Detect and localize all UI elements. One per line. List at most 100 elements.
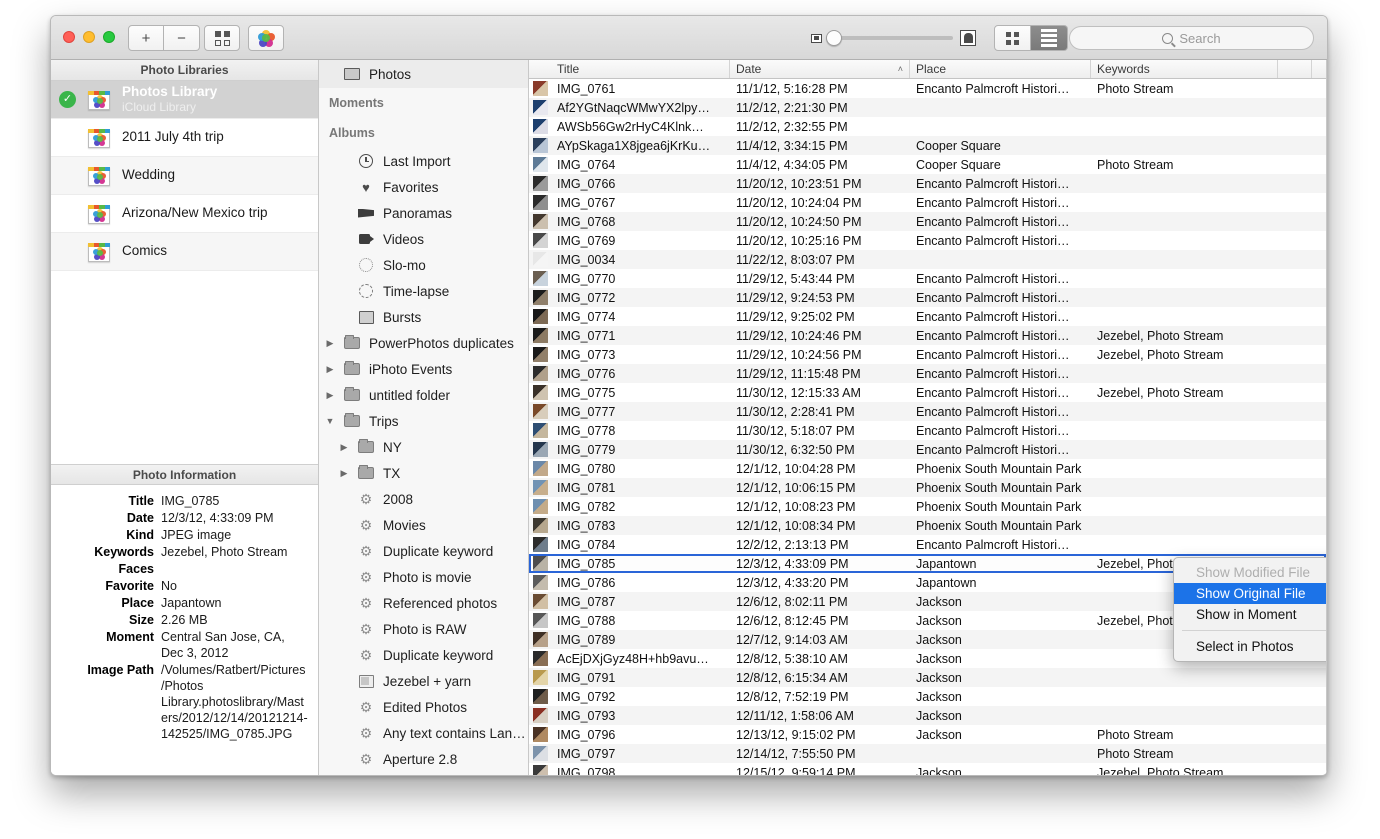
- table-row[interactable]: Af2YGtNaqcWMwYX2lpy…11/2/12, 2:21:30 PM: [529, 98, 1326, 117]
- column-header-title[interactable]: Title: [551, 60, 730, 78]
- table-row[interactable]: IMG_003411/22/12, 8:03:07 PM: [529, 250, 1326, 269]
- photo-thumbnail: [529, 233, 551, 248]
- grid-view-button[interactable]: [204, 25, 240, 51]
- disclosure-open-icon[interactable]: ▼: [325, 416, 335, 426]
- sidebar-item-duplicate-keyword[interactable]: ⚙Duplicate keyword: [319, 642, 528, 668]
- table-row[interactable]: AYpSkaga1X8jgea6jKrKu…11/4/12, 3:34:15 P…: [529, 136, 1326, 155]
- table-row[interactable]: IMG_077211/29/12, 9:24:53 PMEncanto Palm…: [529, 288, 1326, 307]
- cell-title: IMG_0796: [551, 728, 730, 742]
- table-row[interactable]: IMG_077611/29/12, 11:15:48 PMEncanto Pal…: [529, 364, 1326, 383]
- table-row[interactable]: IMG_076111/1/12, 5:16:28 PMEncanto Palmc…: [529, 79, 1326, 98]
- vertical-scrollbar[interactable]: [1312, 60, 1326, 775]
- sidebar-item-last-import[interactable]: Last Import: [319, 148, 528, 174]
- minimize-window-button[interactable]: [83, 31, 95, 43]
- remove-library-button[interactable]: −: [164, 25, 200, 51]
- sidebar-item-time-lapse[interactable]: Time-lapse: [319, 278, 528, 304]
- cell-title: IMG_0776: [551, 367, 730, 381]
- albums-sidebar[interactable]: PhotosMomentsAlbumsLast Import♥Favorites…: [319, 60, 529, 775]
- icon-view-button[interactable]: [994, 25, 1031, 51]
- sidebar-item-photo-is-movie[interactable]: ⚙Photo is movie: [319, 564, 528, 590]
- table-row[interactable]: IMG_079712/14/12, 7:55:50 PMPhoto Stream: [529, 744, 1326, 763]
- thumbnail-size-slider[interactable]: [811, 30, 976, 46]
- sidebar-item-referenced-photos[interactable]: ⚙Referenced photos: [319, 590, 528, 616]
- search-field[interactable]: Search: [1069, 26, 1314, 50]
- library-row[interactable]: Comics: [51, 233, 318, 271]
- zoom-window-button[interactable]: [103, 31, 115, 43]
- sidebar-item-movies[interactable]: ⚙Movies: [319, 512, 528, 538]
- disclosure-closed-icon[interactable]: ▶: [339, 442, 349, 453]
- table-row[interactable]: IMG_077011/29/12, 5:43:44 PMEncanto Palm…: [529, 269, 1326, 288]
- context-menu-item-show-in-moment[interactable]: Show in Moment: [1174, 604, 1327, 625]
- table-row[interactable]: IMG_077411/29/12, 9:25:02 PMEncanto Palm…: [529, 307, 1326, 326]
- sidebar-item-ny[interactable]: ▶NY: [319, 434, 528, 460]
- table-row[interactable]: IMG_077511/30/12, 12:15:33 AMEncanto Pal…: [529, 383, 1326, 402]
- table-row[interactable]: IMG_078412/2/12, 2:13:13 PMEncanto Palmc…: [529, 535, 1326, 554]
- cell-place: Encanto Palmcroft Histori…: [910, 234, 1091, 248]
- sidebar-item-untitled-folder[interactable]: ▶untitled folder: [319, 382, 528, 408]
- table-row[interactable]: IMG_077111/29/12, 10:24:46 PMEncanto Pal…: [529, 326, 1326, 345]
- library-row[interactable]: 2011 July 4th trip: [51, 119, 318, 157]
- slider-knob[interactable]: [826, 30, 842, 46]
- table-row[interactable]: IMG_076811/20/12, 10:24:50 PMEncanto Pal…: [529, 212, 1326, 231]
- add-library-button[interactable]: +: [128, 25, 164, 51]
- disclosure-closed-icon[interactable]: ▶: [325, 390, 335, 401]
- table-row[interactable]: IMG_079812/15/12, 9:59:14 PMJacksonJezeb…: [529, 763, 1326, 775]
- context-menu-item-select-in-photos[interactable]: Select in Photos: [1174, 636, 1327, 657]
- context-menu[interactable]: Show Modified FileShow Original FileShow…: [1173, 557, 1327, 662]
- table-row[interactable]: IMG_077311/29/12, 10:24:56 PMEncanto Pal…: [529, 345, 1326, 364]
- table-body[interactable]: IMG_076111/1/12, 5:16:28 PMEncanto Palmc…: [529, 79, 1326, 775]
- close-window-button[interactable]: [63, 31, 75, 43]
- photos-app-button[interactable]: [248, 25, 284, 51]
- table-row[interactable]: IMG_079112/8/12, 6:15:34 AMJackson: [529, 668, 1326, 687]
- sidebar-item-duplicate-keyword[interactable]: ⚙Duplicate keyword: [319, 538, 528, 564]
- sidebar-item-tx[interactable]: ▶TX: [319, 460, 528, 486]
- photo-libraries-list[interactable]: ✓Photos LibraryiCloud Library2011 July 4…: [51, 81, 318, 464]
- table-row[interactable]: IMG_079612/13/12, 9:15:02 PMJacksonPhoto…: [529, 725, 1326, 744]
- thumbnail-image: [533, 461, 548, 476]
- photo-info-label: Favorite: [55, 578, 161, 594]
- library-row[interactable]: Arizona/New Mexico trip: [51, 195, 318, 233]
- sidebar-item-bursts[interactable]: Bursts: [319, 304, 528, 330]
- library-row[interactable]: ✓Photos LibraryiCloud Library: [51, 81, 318, 119]
- sidebar-item-2008[interactable]: ⚙2008: [319, 486, 528, 512]
- disclosure-closed-icon[interactable]: ▶: [325, 338, 335, 349]
- table-row[interactable]: IMG_079212/8/12, 7:52:19 PMJackson: [529, 687, 1326, 706]
- table-row[interactable]: IMG_076611/20/12, 10:23:51 PMEncanto Pal…: [529, 174, 1326, 193]
- library-row[interactable]: Wedding: [51, 157, 318, 195]
- sidebar-item-panoramas[interactable]: Panoramas: [319, 200, 528, 226]
- sidebar-item-powerphotos-duplicates[interactable]: ▶PowerPhotos duplicates: [319, 330, 528, 356]
- table-row[interactable]: AWSb56Gw2rHyC4Klnk…11/2/12, 2:32:55 PM: [529, 117, 1326, 136]
- sidebar-item-edited-photos[interactable]: ⚙Edited Photos: [319, 694, 528, 720]
- table-row[interactable]: IMG_078012/1/12, 10:04:28 PMPhoenix Sout…: [529, 459, 1326, 478]
- table-row[interactable]: IMG_077811/30/12, 5:18:07 PMEncanto Palm…: [529, 421, 1326, 440]
- sidebar-item-videos[interactable]: Videos: [319, 226, 528, 252]
- sidebar-item-aperture-2-8[interactable]: ⚙Aperture 2.8: [319, 746, 528, 772]
- sidebar-item-any-text-contains-lan[interactable]: ⚙Any text contains Lan…: [319, 720, 528, 746]
- table-row[interactable]: IMG_079312/11/12, 1:58:06 AMJackson: [529, 706, 1326, 725]
- disclosure-closed-icon[interactable]: ▶: [339, 468, 349, 479]
- slider-track[interactable]: [829, 36, 953, 40]
- sidebar-item-favorites[interactable]: ♥Favorites: [319, 174, 528, 200]
- table-row[interactable]: IMG_078312/1/12, 10:08:34 PMPhoenix Sout…: [529, 516, 1326, 535]
- sidebar-item-slo-mo[interactable]: Slo-mo: [319, 252, 528, 278]
- column-header-place[interactable]: Place: [910, 60, 1091, 78]
- disclosure-closed-icon[interactable]: ▶: [325, 364, 335, 375]
- list-view-button[interactable]: [1031, 25, 1068, 51]
- table-row[interactable]: IMG_078212/1/12, 10:08:23 PMPhoenix Sout…: [529, 497, 1326, 516]
- table-row[interactable]: IMG_077711/30/12, 2:28:41 PMEncanto Palm…: [529, 402, 1326, 421]
- table-row[interactable]: IMG_076911/20/12, 10:25:16 PMEncanto Pal…: [529, 231, 1326, 250]
- sidebar-item-photos[interactable]: Photos: [319, 60, 528, 88]
- column-header-extra[interactable]: [1278, 60, 1312, 78]
- column-header-keywords[interactable]: Keywords: [1091, 60, 1278, 78]
- table-row[interactable]: IMG_076711/20/12, 10:24:04 PMEncanto Pal…: [529, 193, 1326, 212]
- context-menu-item-show-original-file[interactable]: Show Original File: [1174, 583, 1327, 604]
- table-row[interactable]: IMG_076411/4/12, 4:34:05 PMCooper Square…: [529, 155, 1326, 174]
- sidebar-item-trips[interactable]: ▼Trips: [319, 408, 528, 434]
- table-row[interactable]: IMG_077911/30/12, 6:32:50 PMEncanto Palm…: [529, 440, 1326, 459]
- table-header-row[interactable]: TitleDate˄PlaceKeywords: [529, 60, 1326, 79]
- sidebar-item-photo-is-raw[interactable]: ⚙Photo is RAW: [319, 616, 528, 642]
- sidebar-item-iphoto-events[interactable]: ▶iPhoto Events: [319, 356, 528, 382]
- table-row[interactable]: IMG_078112/1/12, 10:06:15 PMPhoenix Sout…: [529, 478, 1326, 497]
- column-header-date[interactable]: Date˄: [730, 60, 910, 78]
- sidebar-item-jezebel-yarn[interactable]: Jezebel + yarn: [319, 668, 528, 694]
